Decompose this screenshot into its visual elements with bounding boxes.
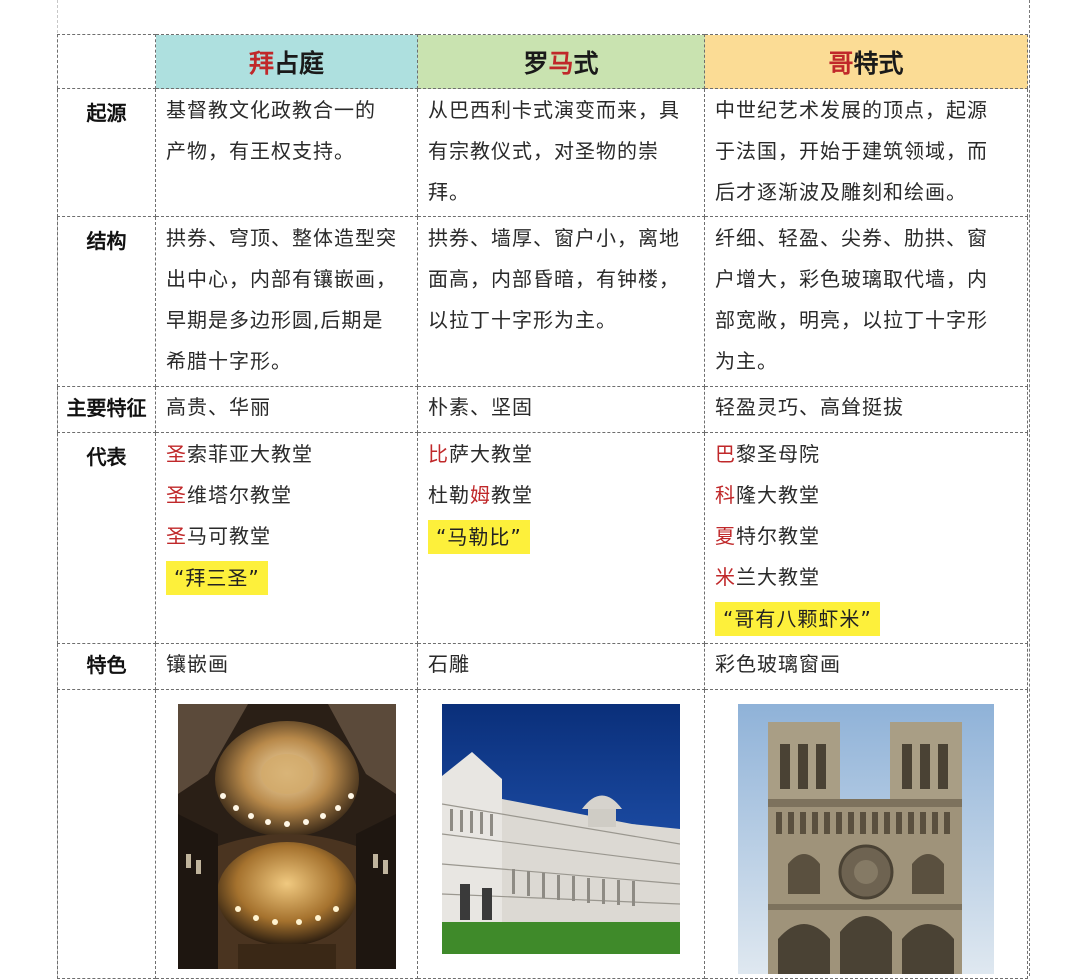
mnemonic-romanesque: “马勒比” bbox=[428, 520, 530, 554]
row-origin: 起源 基督教文化政教合一的 产物，有王权支持。 从巴西利卡式演变而来，具 有宗教… bbox=[57, 88, 1028, 217]
structure-byzantine: 拱券、穹顶、整体造型突 出中心，内部有镶嵌画， 早期是多边形圆,后期是 希腊十字… bbox=[155, 216, 418, 387]
hagia-sophia-interior-image bbox=[177, 704, 396, 969]
row-examples: 代表 圣索菲亚大教堂 圣维塔尔教堂 圣马可教堂 “拜三圣” 比萨大教堂 杜勒姆教… bbox=[57, 432, 1028, 644]
row-label-images-empty bbox=[57, 689, 156, 979]
origin-byzantine: 基督教文化政教合一的 产物，有王权支持。 bbox=[155, 88, 418, 217]
header-romanesque: 罗马式 bbox=[417, 34, 705, 89]
example-cologne-cathedral: 科隆大教堂 bbox=[715, 483, 820, 507]
header-row: 拜占庭 罗马式 哥特式 bbox=[57, 34, 1028, 89]
row-label-origin: 起源 bbox=[57, 88, 156, 217]
row-features: 主要特征 高贵、华丽 朴素、坚固 轻盈灵巧、高耸挺拔 bbox=[57, 386, 1028, 433]
example-notre-dame: 巴黎圣母院 bbox=[715, 442, 820, 466]
examples-gothic: 巴黎圣母院 科隆大教堂 夏特尔教堂 米兰大教堂 “哥有八颗虾米” bbox=[704, 432, 1028, 644]
examples-romanesque: 比萨大教堂 杜勒姆教堂 “马勒比” bbox=[417, 432, 705, 644]
image-cell-romanesque bbox=[417, 689, 705, 979]
example-chartres-cathedral: 夏特尔教堂 bbox=[715, 524, 820, 548]
example-san-vitale: 圣维塔尔教堂 bbox=[166, 483, 292, 507]
row-label-structure: 结构 bbox=[57, 216, 156, 387]
examples-byzantine: 圣索菲亚大教堂 圣维塔尔教堂 圣马可教堂 “拜三圣” bbox=[155, 432, 418, 644]
specialty-gothic: 彩色玻璃窗画 bbox=[704, 643, 1028, 690]
right-margin-guide bbox=[1029, 0, 1030, 976]
features-byzantine: 高贵、华丽 bbox=[155, 386, 418, 433]
mnemonic-byzantine: “拜三圣” bbox=[166, 561, 268, 595]
row-specialty: 特色 镶嵌画 石雕 彩色玻璃窗画 bbox=[57, 643, 1028, 690]
origin-romanesque: 从巴西利卡式演变而来，具 有宗教仪式，对圣物的崇 拜。 bbox=[417, 88, 705, 217]
row-images bbox=[57, 689, 1028, 979]
specialty-byzantine: 镶嵌画 bbox=[155, 643, 418, 690]
notre-dame-image bbox=[738, 704, 994, 974]
structure-gothic: 纤细、轻盈、尖券、肋拱、窗 户增大，彩色玻璃取代墙，内 部宽敞，明亮，以拉丁十字… bbox=[704, 216, 1028, 387]
example-milan-cathedral: 米兰大教堂 bbox=[715, 565, 820, 589]
header-empty-cell bbox=[57, 34, 156, 89]
row-label-specialty: 特色 bbox=[57, 643, 156, 690]
mnemonic-gothic: “哥有八颗虾米” bbox=[715, 602, 880, 636]
example-hagia-sophia: 圣索菲亚大教堂 bbox=[166, 442, 313, 466]
example-durham-cathedral: 杜勒姆教堂 bbox=[428, 483, 533, 507]
example-pisa-cathedral: 比萨大教堂 bbox=[428, 442, 533, 466]
image-cell-gothic bbox=[704, 689, 1028, 979]
image-cell-byzantine bbox=[155, 689, 418, 979]
features-romanesque: 朴素、坚固 bbox=[417, 386, 705, 433]
origin-gothic: 中世纪艺术发展的顶点，起源 于法国，开始于建筑领域，而 后才逐渐波及雕刻和绘画。 bbox=[704, 88, 1028, 217]
row-label-features: 主要特征 bbox=[57, 386, 156, 433]
header-byzantine: 拜占庭 bbox=[155, 34, 418, 89]
header-gothic: 哥特式 bbox=[704, 34, 1028, 89]
art-styles-comparison-table: 拜占庭 罗马式 哥特式 起源 基督教文化政教合一的 产物，有王权支持。 从巴西利… bbox=[57, 34, 1028, 979]
features-gothic: 轻盈灵巧、高耸挺拔 bbox=[704, 386, 1028, 433]
pisa-cathedral-image bbox=[442, 704, 680, 954]
specialty-romanesque: 石雕 bbox=[417, 643, 705, 690]
example-san-marco: 圣马可教堂 bbox=[166, 524, 271, 548]
structure-romanesque: 拱券、墙厚、窗户小，离地 面高，内部昏暗，有钟楼， 以拉丁十字形为主。 bbox=[417, 216, 705, 387]
row-label-examples: 代表 bbox=[57, 432, 156, 644]
row-structure: 结构 拱券、穹顶、整体造型突 出中心，内部有镶嵌画， 早期是多边形圆,后期是 希… bbox=[57, 216, 1028, 387]
